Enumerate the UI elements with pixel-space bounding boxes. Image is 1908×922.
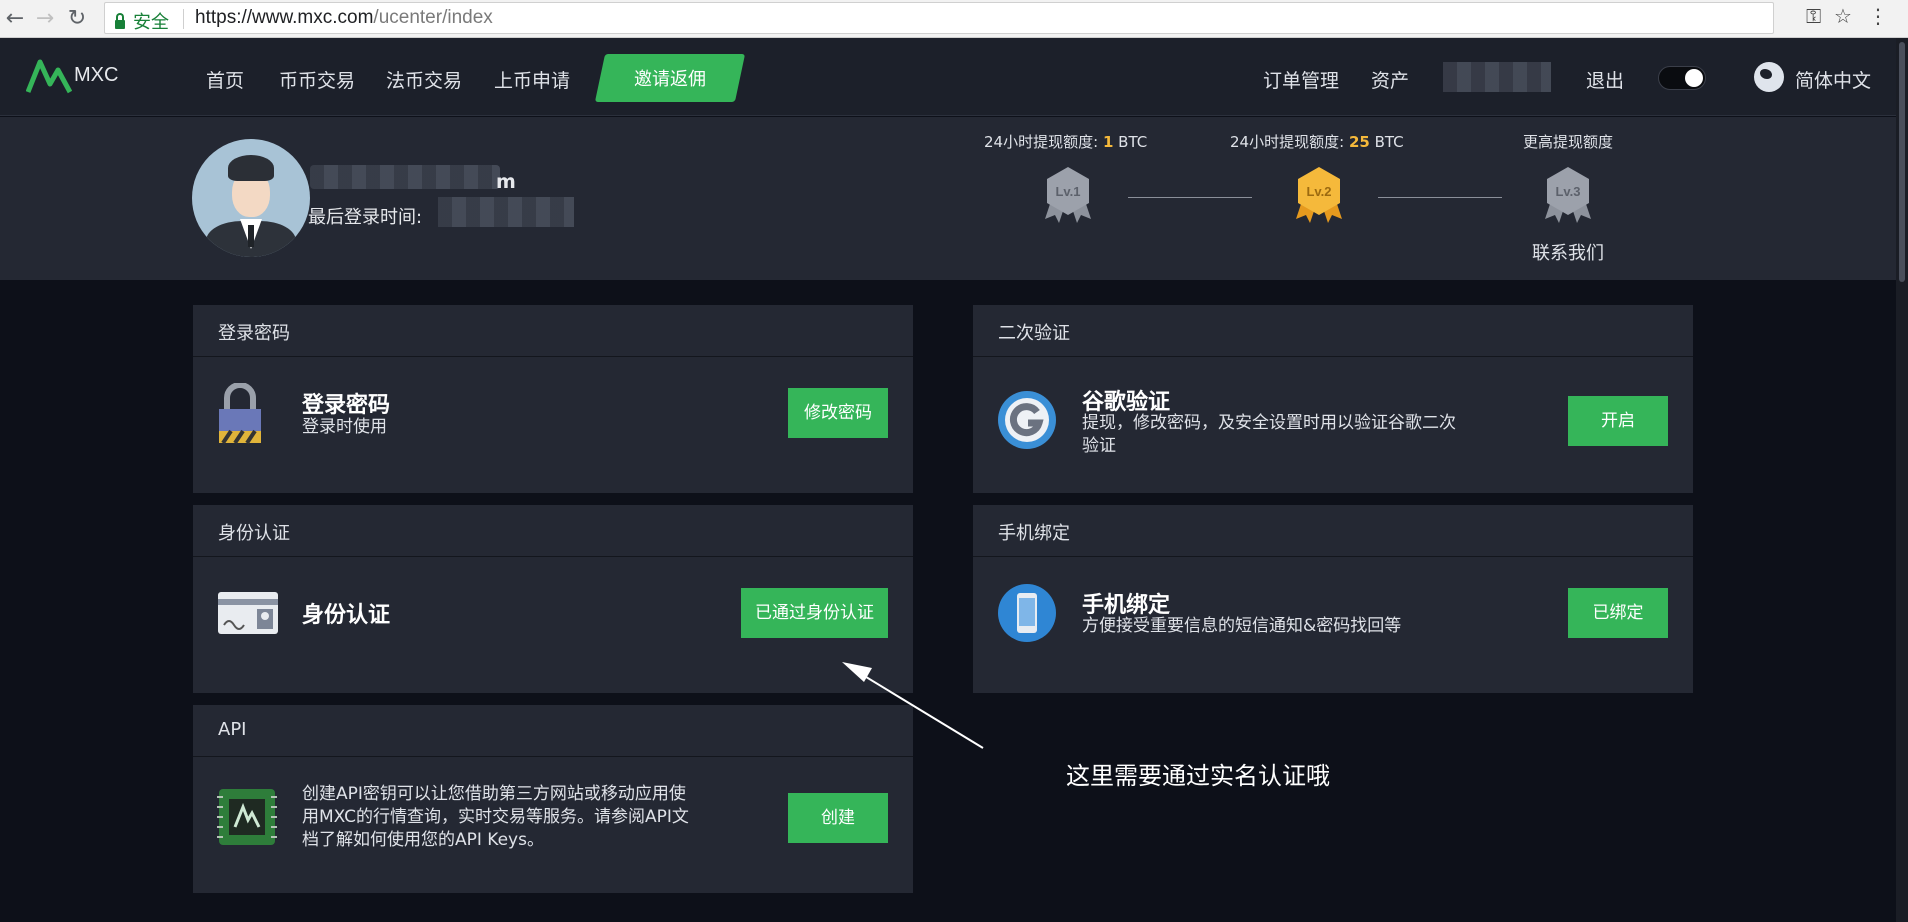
annotation-arrow-icon	[842, 662, 984, 749]
annotation-text: 这里需要通过实名认证哦	[1066, 762, 1330, 790]
scrollbar-thumb[interactable]	[1899, 42, 1905, 282]
page-scrollbar[interactable]	[1896, 38, 1908, 922]
